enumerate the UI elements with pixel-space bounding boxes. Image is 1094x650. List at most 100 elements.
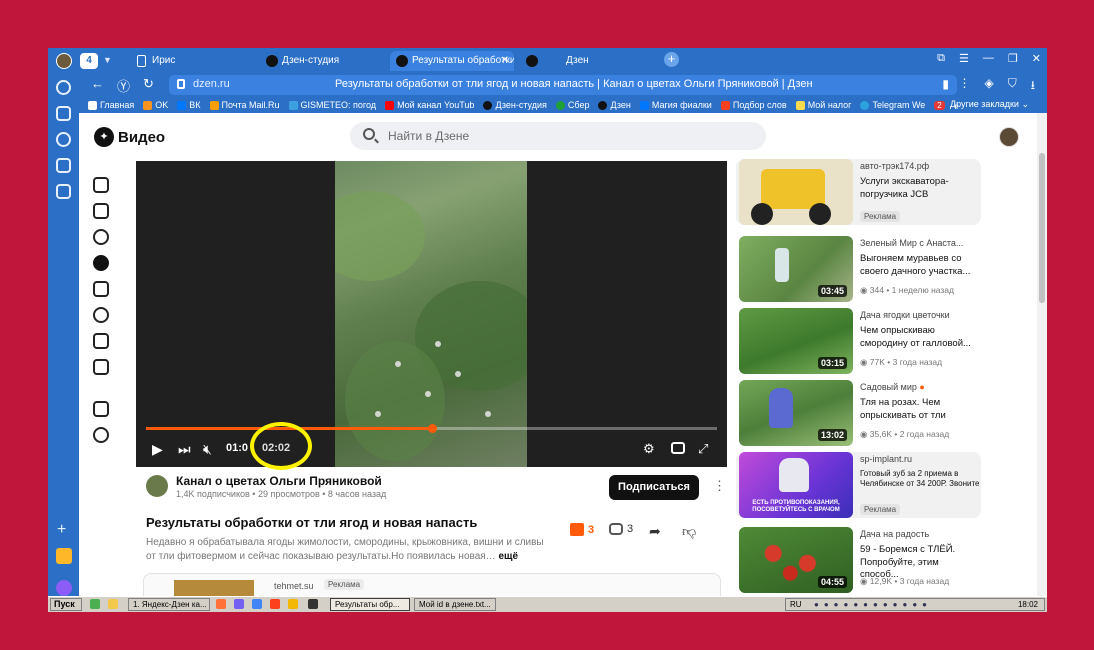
channel-name[interactable]: Канал о цветах Ольги Пряниковой: [176, 474, 382, 488]
comments-button[interactable]: 3: [609, 523, 633, 535]
recommendation-ad[interactable]: ЕСТЬ ПРОТИВОПОКАЗАНИЯ, ПОСОВЕТУЙТЕСЬ С В…: [736, 452, 981, 518]
subscribe-button[interactable]: Подписаться: [609, 475, 699, 500]
tab-active-results[interactable]: Результаты обработки ✕: [390, 51, 514, 71]
recommendation-item[interactable]: 03:45 Зеленый Мир с Анаста... Выгоняем м…: [736, 236, 981, 302]
folder-icon[interactable]: [108, 599, 118, 609]
minimize-icon[interactable]: —: [983, 52, 994, 68]
mail-icon[interactable]: [56, 548, 72, 564]
screenshot-icon[interactable]: [56, 184, 71, 199]
bookmark-item[interactable]: Почта Mail.Ru: [209, 100, 280, 110]
dislike-button[interactable]: 👎︎: [682, 523, 696, 540]
share-button[interactable]: ➦: [649, 523, 661, 540]
bookmark-icon[interactable]: ▮: [942, 77, 949, 91]
user-avatar[interactable]: [999, 127, 1019, 147]
alice-icon[interactable]: [56, 580, 72, 596]
video-player[interactable]: ▶ ⏭ 🔇︎ 01:0 02:02 ⚙ ⤢: [136, 161, 727, 470]
volume-muted-icon[interactable]: 🔇︎: [203, 441, 212, 458]
add-panel-icon[interactable]: +: [57, 522, 66, 538]
bookmark-item[interactable]: GISMETEO: погод: [288, 100, 376, 110]
other-bookmarks[interactable]: Другие закладки ⌄: [950, 99, 1029, 110]
scrollbar-thumb[interactable]: [1039, 153, 1045, 303]
firefox-icon[interactable]: [216, 599, 226, 609]
maximize-icon[interactable]: ❐: [1008, 52, 1018, 68]
tab-dzen-studio[interactable]: Дзен-студия: [260, 51, 388, 71]
bookmark-item[interactable]: Сбер: [555, 100, 589, 110]
recommendation-item[interactable]: 13:02 Садовый мир ● Тля на розах. Чем оп…: [736, 380, 981, 446]
bookmark-item[interactable]: Мой канал YouTub: [385, 100, 474, 110]
fullscreen-icon[interactable]: ⤢: [698, 441, 708, 457]
tabs-counter-icon[interactable]: [56, 158, 71, 173]
recommendation-item[interactable]: 04:55 Дача на радость 59 - Боремся с ТЛЁ…: [736, 527, 981, 593]
video-icon[interactable]: [93, 255, 109, 271]
tab-dzen[interactable]: Дзен: [520, 51, 650, 71]
bookmark-item[interactable]: Telegram We: [860, 100, 925, 110]
compass-icon[interactable]: [93, 229, 109, 245]
shorts-icon[interactable]: [93, 333, 109, 349]
bookmark-item[interactable]: Магия фиалки: [639, 100, 712, 110]
play-icon[interactable]: ▶: [152, 441, 163, 458]
back-icon[interactable]: ←: [91, 76, 104, 91]
chrome-icon[interactable]: [252, 599, 262, 609]
tray-icons[interactable]: ●●●●●●●●●●●●: [814, 599, 932, 610]
bookmark-icon[interactable]: [93, 359, 109, 375]
ad-card[interactable]: tehmet.su Реклама: [143, 573, 721, 596]
menu-icon[interactable]: ☰: [959, 52, 969, 68]
taskbar-window[interactable]: Мой id в дзене.txt...: [414, 598, 496, 611]
bookmark-item[interactable]: Главная: [88, 100, 134, 110]
more-icon[interactable]: ⋮: [713, 478, 726, 494]
download-icon[interactable]: ⭳: [1031, 76, 1035, 97]
bookmark-item[interactable]: ВК: [177, 100, 201, 110]
clips-icon[interactable]: [93, 307, 109, 323]
games-icon[interactable]: [93, 401, 109, 417]
more-icon[interactable]: ⋮: [959, 76, 971, 97]
tab-iris[interactable]: Ирис: [130, 51, 250, 71]
shield-icon[interactable]: [288, 599, 298, 609]
start-button[interactable]: Пуск: [50, 598, 82, 611]
address-bar[interactable]: dzen.ru Результаты обработки от тли ягод…: [169, 75, 957, 95]
kids-icon[interactable]: [93, 427, 109, 443]
recommendation-item[interactable]: 03:15 Дача ягодки цветочки Чем опрыскива…: [736, 308, 981, 374]
bookmark-item[interactable]: Дзен: [598, 100, 631, 110]
bookmark-item[interactable]: Подбор слов: [720, 100, 787, 110]
bookmark-item[interactable]: OK: [143, 100, 168, 110]
play-icon[interactable]: [56, 132, 71, 147]
bookmark-item[interactable]: Дзен-студия: [483, 100, 547, 110]
language-indicator[interactable]: RU: [790, 599, 802, 610]
home-icon[interactable]: [93, 177, 109, 193]
new-tab-button[interactable]: +: [664, 52, 679, 67]
taskbar-window-active[interactable]: Результаты обр...: [330, 598, 410, 611]
bookmark-item[interactable]: Мой налог: [795, 100, 851, 110]
close-icon[interactable]: ✕: [501, 51, 509, 71]
progress-bar[interactable]: [146, 424, 717, 433]
recommendation-ad[interactable]: авто-трэк174.рф Услуги экскаватора-погру…: [736, 159, 981, 225]
tab-counter-badge[interactable]: 4: [80, 53, 98, 69]
bookmarks-badge[interactable]: 2: [934, 100, 945, 110]
gear-icon[interactable]: ⚙: [643, 441, 655, 457]
extensions-icon[interactable]: ⧉: [937, 52, 945, 68]
description-more-link[interactable]: ещё: [498, 551, 518, 562]
articles-icon[interactable]: [93, 281, 109, 297]
subscriptions-icon[interactable]: [93, 203, 109, 219]
taskbar-window[interactable]: 1. Яндекс-Дзен ка...: [128, 598, 210, 611]
profile-avatar[interactable]: [56, 53, 72, 69]
subtitles-icon[interactable]: [671, 442, 685, 454]
viber-icon[interactable]: [234, 599, 244, 609]
collections-icon[interactable]: [56, 106, 71, 121]
yandex-icon[interactable]: Ⓨ: [117, 76, 130, 95]
channel-avatar[interactable]: [146, 475, 168, 497]
page-scrollbar[interactable]: [1037, 113, 1047, 596]
quicklaunch-icon[interactable]: [90, 599, 100, 609]
extension-icon[interactable]: ◈: [985, 76, 994, 97]
progress-knob[interactable]: [427, 424, 437, 433]
site-logo[interactable]: ✦ Видео: [94, 127, 165, 147]
search-input[interactable]: Найти в Дзене: [350, 122, 766, 150]
close-window-icon[interactable]: ✕: [1032, 52, 1041, 68]
shield-icon[interactable]: ⛉: [1008, 76, 1017, 97]
app-icon[interactable]: [308, 599, 318, 609]
history-icon[interactable]: [56, 80, 71, 95]
next-icon[interactable]: ⏭: [178, 441, 191, 458]
reload-icon[interactable]: ↻: [143, 76, 154, 92]
chevron-down-icon[interactable]: ▼: [103, 52, 117, 68]
like-button[interactable]: 3: [570, 523, 594, 536]
yandex-icon[interactable]: [270, 599, 280, 609]
